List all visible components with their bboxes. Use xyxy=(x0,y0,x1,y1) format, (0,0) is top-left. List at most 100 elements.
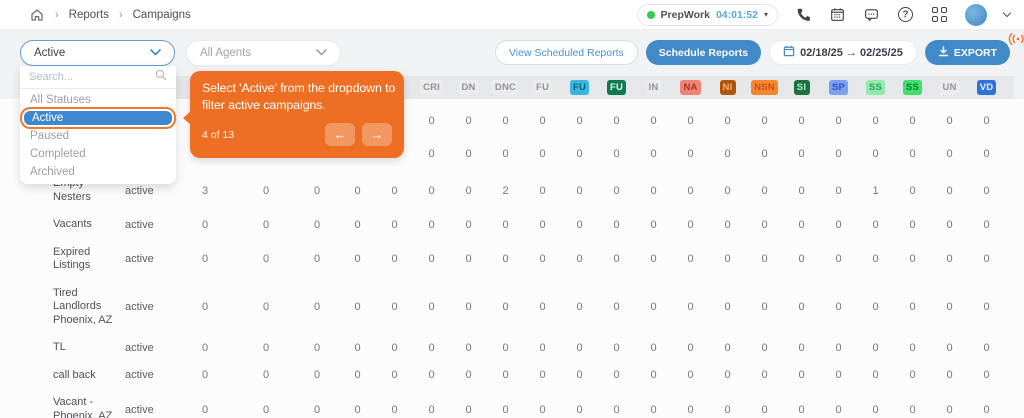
stat-cell: 0 xyxy=(539,147,546,160)
stat-cell: 0 xyxy=(613,341,620,354)
apps-grid-icon[interactable] xyxy=(931,6,948,23)
tutorial-next-button[interactable]: → xyxy=(362,123,392,146)
stat-cell: 0 xyxy=(983,341,990,354)
stat-cell: 1 xyxy=(872,184,879,197)
campaign-status: active xyxy=(125,218,154,231)
stat-cell: 0 xyxy=(761,218,768,231)
column-header-cri-5: CRI xyxy=(413,80,450,95)
stat-cell: 0 xyxy=(761,300,768,313)
column-header-un-19: UN xyxy=(931,80,968,95)
stat-cell: 0 xyxy=(576,369,583,382)
stat-cell: 0 xyxy=(354,184,361,197)
stat-cell: 0 xyxy=(798,147,805,160)
stat-cell: 0 xyxy=(539,184,546,197)
status-filter-select[interactable]: Active xyxy=(20,40,175,66)
breadcrumb-item-reports[interactable]: Reports xyxy=(69,9,109,21)
stat-cell: 0 xyxy=(946,184,953,197)
stat-cell: 0 xyxy=(576,218,583,231)
stat-cell: 0 xyxy=(909,147,916,160)
stat-cell: 0 xyxy=(539,300,546,313)
search-input[interactable] xyxy=(29,71,149,83)
stat-cell: 0 xyxy=(835,369,842,382)
stat-cell: 0 xyxy=(650,114,657,127)
help-icon[interactable]: ? xyxy=(897,6,914,23)
campaign-status: active xyxy=(125,184,154,197)
stat-cell: 0 xyxy=(465,341,472,354)
stat-cell: 0 xyxy=(983,218,990,231)
schedule-reports-button[interactable]: Schedule Reports xyxy=(645,40,762,65)
stat-cell: 0 xyxy=(576,114,583,127)
live-broadcast-icon[interactable] xyxy=(1008,32,1024,51)
stat-cell: 0 xyxy=(465,147,472,160)
status-dropdown-panel: All StatusesActivePausedCompletedArchive… xyxy=(20,66,176,184)
table-row: Vacant - Phoenix, AZ active 0 0 0 0 0 0 0 0 0 0 0 0 0 0… xyxy=(20,389,1014,418)
stat-cell: 0 xyxy=(909,300,916,313)
workspace-timer-pill[interactable]: PrepWork 04:01:52 ▾ xyxy=(636,3,778,26)
campaign-name: call back xyxy=(53,368,96,381)
stat-cell: 0 xyxy=(391,369,398,382)
user-avatar[interactable] xyxy=(965,3,987,26)
dropdown-option-all-statuses[interactable]: All Statuses xyxy=(20,91,176,109)
stat-cell: 0 xyxy=(946,369,953,382)
stat-cell: 0 xyxy=(687,341,694,354)
stat-cell: 0 xyxy=(391,300,398,313)
stat-cell: 0 xyxy=(650,369,657,382)
column-header-ni-13: NI xyxy=(709,80,746,95)
top-bar: › Reports › Campaigns PrepWork 04:01:52 … xyxy=(0,0,1024,30)
stat-cell: 0 xyxy=(687,184,694,197)
stat-cell: 0 xyxy=(946,341,953,354)
stat-cell: 0 xyxy=(428,403,435,416)
stat-cell: 0 xyxy=(761,147,768,160)
dropdown-option-archived[interactable]: Archived xyxy=(20,163,176,181)
campaign-name: Tired Landlords Phoenix, AZ xyxy=(53,286,113,326)
stat-cell: 0 xyxy=(502,369,509,382)
stat-cell: 0 xyxy=(262,253,270,265)
stat-cell: 0 xyxy=(428,114,435,127)
dropdown-option-active[interactable]: Active xyxy=(20,107,176,129)
stat-cell: 0 xyxy=(613,300,620,313)
stat-cell: 0 xyxy=(724,403,731,416)
stat-cell: 0 xyxy=(761,403,768,416)
stat-cell: 0 xyxy=(465,218,472,231)
view-scheduled-reports-button[interactable]: View Scheduled Reports xyxy=(494,40,638,65)
caret-down-icon[interactable]: ▾ xyxy=(764,10,768,19)
column-header-in-11: IN xyxy=(635,80,672,95)
stat-cell: 0 xyxy=(539,369,546,382)
dropdown-option-paused[interactable]: Paused xyxy=(20,127,176,145)
download-icon xyxy=(938,45,949,60)
phone-icon[interactable] xyxy=(795,6,812,23)
chat-icon[interactable] xyxy=(863,6,880,23)
status-filter-value: Active xyxy=(34,47,66,59)
chevron-down-icon[interactable] xyxy=(1002,8,1012,18)
agents-filter-select[interactable]: All Agents xyxy=(186,40,341,66)
stat-cell: 0 xyxy=(428,253,435,265)
stat-cell: 0 xyxy=(798,403,805,416)
stat-cell: 0 xyxy=(313,300,321,313)
stat-cell: 0 xyxy=(539,341,546,354)
dropdown-search-row xyxy=(20,66,176,89)
stat-cell: 0 xyxy=(650,253,657,265)
export-button[interactable]: EXPORT xyxy=(924,40,1010,65)
stat-cell: 0 xyxy=(613,369,620,382)
stat-cell: 0 xyxy=(724,218,731,231)
stat-cell: 0 xyxy=(761,114,768,127)
stat-cell: 0 xyxy=(576,184,583,197)
breadcrumb-item-campaigns[interactable]: Campaigns xyxy=(133,9,191,21)
tutorial-back-button[interactable]: ← xyxy=(325,123,355,146)
home-icon[interactable] xyxy=(28,6,45,23)
stat-cell: 0 xyxy=(576,253,583,265)
stat-cell: 0 xyxy=(835,253,842,265)
stat-cell: 0 xyxy=(687,403,694,416)
stat-cell: 0 xyxy=(354,369,361,382)
stat-cell: 0 xyxy=(761,369,768,382)
stat-cell: 0 xyxy=(502,341,509,354)
stat-cell: 0 xyxy=(465,253,472,265)
date-range-picker[interactable]: 02/18/25 → 02/25/25 xyxy=(769,40,917,65)
stat-cell: 0 xyxy=(798,369,805,382)
calendar-icon[interactable] xyxy=(829,6,846,23)
stat-cell: 0 xyxy=(576,147,583,160)
reports-toolbar: View Scheduled Reports Schedule Reports … xyxy=(494,40,1010,65)
dropdown-option-completed[interactable]: Completed xyxy=(20,145,176,163)
stat-cell: 0 xyxy=(391,218,398,231)
stat-cell: 0 xyxy=(539,403,546,416)
